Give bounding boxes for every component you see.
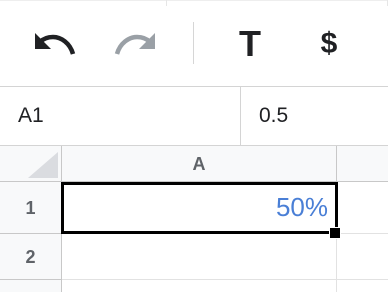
cell-b3[interactable] xyxy=(337,280,388,292)
row-header-2[interactable]: 2 xyxy=(0,234,62,280)
currency-format-button[interactable]: $ xyxy=(307,22,351,66)
select-all-triangle-icon xyxy=(28,152,58,178)
cell-a3[interactable] xyxy=(62,280,337,292)
redo-button[interactable] xyxy=(113,22,157,66)
cell-a2[interactable] xyxy=(62,234,337,280)
name-box[interactable]: A1 xyxy=(0,87,241,145)
cell-b2[interactable] xyxy=(337,234,388,280)
redo-icon xyxy=(114,33,155,55)
currency-format-icon: $ xyxy=(320,27,338,60)
toolbar-top-tick xyxy=(166,0,167,6)
column-header-next[interactable] xyxy=(337,146,388,182)
fill-handle[interactable] xyxy=(329,227,341,239)
row-header-1[interactable]: 1 xyxy=(0,182,62,234)
toolbar-separator xyxy=(193,22,194,64)
text-format-button[interactable]: T xyxy=(228,22,272,66)
text-format-icon: T xyxy=(239,23,261,64)
cell-a1-value: 50% xyxy=(275,192,328,222)
toolbar-top-divider xyxy=(0,0,388,1)
cell-a1[interactable]: 50% xyxy=(62,182,337,234)
spreadsheet-grid: A 1 2 50% xyxy=(0,146,388,292)
toolbar: T $ xyxy=(0,0,388,86)
formula-input[interactable]: 0.5 xyxy=(241,87,288,145)
select-all-corner[interactable] xyxy=(0,146,62,182)
column-header-a[interactable]: A xyxy=(62,146,337,182)
formula-bar: A1 0.5 xyxy=(0,86,388,146)
row-header-3[interactable] xyxy=(0,280,62,292)
undo-button[interactable] xyxy=(33,22,77,66)
cell-b1[interactable] xyxy=(337,182,388,234)
undo-icon xyxy=(35,33,76,55)
